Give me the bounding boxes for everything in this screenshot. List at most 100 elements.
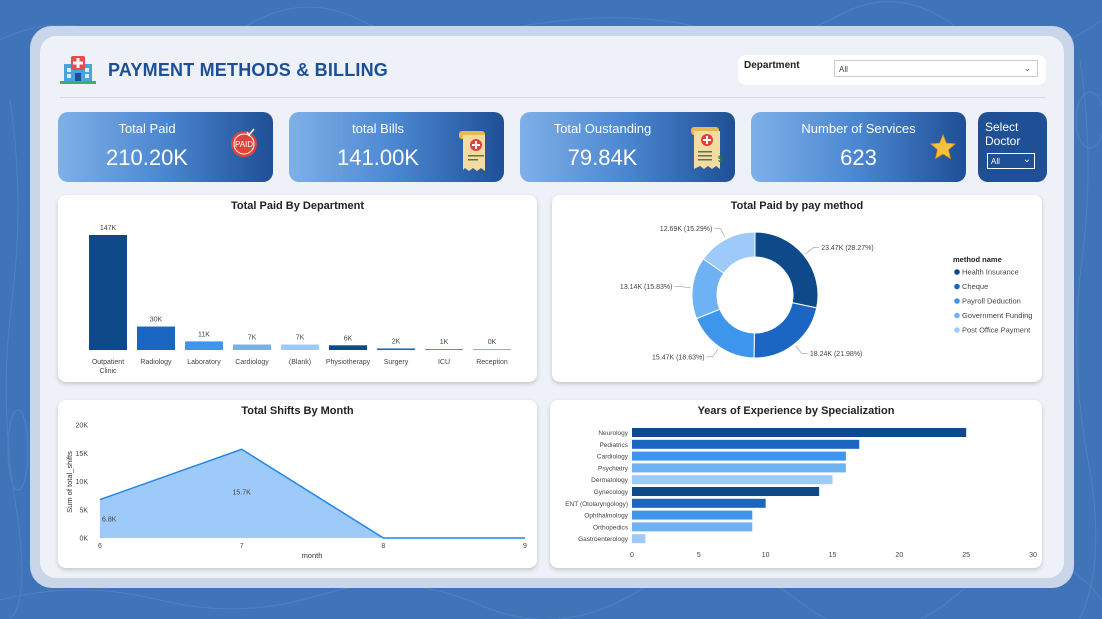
kpi-label: total Bills [351,121,405,136]
legend-item: Cheque [962,282,988,291]
select-doctor-label: Select Doctor [985,120,1020,148]
chart-bar [632,475,833,485]
bar-data-label: 30K [150,317,163,324]
chart-bar [632,522,753,532]
kpi-card-total-outstanding: Total Oustanding 79.84K $ [520,112,735,182]
y-tick-label: Dermatology [591,477,629,484]
x-tick-label: Surgery [384,359,409,366]
y-tick-label: Pediatrics [599,442,628,449]
legend-item: Health Insurance [962,268,1019,277]
x-tick-label: 7 [240,543,244,550]
bar-data-label: 11K [198,331,210,338]
legend-marker [954,312,960,319]
y-tick-label: 10K [76,479,89,486]
chevron-down-icon: ⌄ [1022,154,1031,165]
y-tick-label: ENT (Otolaryngology) [565,501,628,508]
y-tick-label: 5K [79,507,88,514]
chart-bar [632,510,753,520]
area-data-label: 15.7K [233,489,252,496]
y-tick-label: 15K [76,451,89,458]
chart-bar [185,341,223,350]
doctor-dropdown-value: All [991,157,1000,166]
y-tick-label: Gynecology [594,489,629,496]
kpi-card-total-paid: Total Paid 210.20K PAID [58,112,273,182]
y-tick-label: Psychiatry [598,465,629,472]
x-tick-label: ICU [438,359,450,366]
kpi-card-total-bills: total Bills 141.00K [289,112,504,182]
chart-card-paid-by-method: Total Paid by pay method 23.47K (28.27%)… [552,195,1042,382]
area-data-label: 6.8K [102,517,117,524]
legend-title: method name [953,255,1002,264]
hospital-icon [60,56,96,84]
slice-data-label: 18.24K (21.98%) [810,351,863,358]
x-tick-label: 6 [98,543,102,550]
legend-item: Payroll Deduction [962,297,1021,306]
x-tick-label: Cardiology [235,359,269,366]
x-tick-label: 20 [895,552,903,559]
leader-line [795,345,808,354]
department-dropdown[interactable]: All ⌄ [834,60,1038,77]
legend-marker [954,283,960,290]
chart-bar [632,487,820,496]
slice-data-label: 23.47K (28.27%) [821,245,874,252]
slice-data-label: 15.47K (18.63%) [652,354,705,361]
star-icon [930,134,956,160]
leader-line [714,228,726,238]
paid-stamp-icon: PAID [231,128,257,157]
x-tick-label: 25 [962,552,970,559]
y-tick-label: Neurology [598,430,628,437]
medical-bill-icon [459,131,485,171]
bar-data-label: 147K [100,225,117,232]
x-tick-label: Radiology [140,359,172,366]
y-tick-label: Cardiology [597,454,629,461]
x-tick-label: 10 [762,552,770,559]
invoice-icon: $ [691,127,723,169]
bar-data-label: 7K [296,335,305,342]
x-tick-label: Clinic [99,368,117,375]
select-doctor-filter: Select Doctor All ⌄ [978,112,1047,182]
slice-data-label: 12.69K (15.29%) [660,226,713,233]
x-tick-label: Outpatient [92,359,124,366]
kpi-value: 79.84K [567,145,638,170]
donut-slice [754,231,819,309]
chart-bar [473,349,511,350]
chart-bar [137,326,175,350]
bar-data-label: 0K [488,339,497,346]
department-bar-chart: 147K Outpatient Clinic 30K Radiology 11K Labor… [89,225,511,375]
chart-bar [632,534,646,544]
chart-bar [377,348,415,350]
x-tick-label: 30 [1029,552,1037,559]
x-tick-label: 0 [630,552,634,559]
donut-slice [695,308,755,359]
chart-bar [632,498,766,508]
chart-bar [632,451,846,461]
y-tick-label: Orthopedics [593,524,629,531]
department-dropdown-value: All [839,65,848,74]
x-tick-label: Reception [476,359,508,366]
x-tick-label: 5 [697,552,701,559]
donut-slice [753,302,818,359]
chart-card-paid-by-department: Total Paid By Department 147K Outpatient C… [58,195,537,382]
y-tick-label: 0K [79,536,88,543]
x-tick-label: 15 [829,552,837,559]
legend-marker [954,269,960,275]
page-title: PAYMENT METHODS & BILLING [108,60,389,80]
chart-card-experience-by-specialization: Years of Experience by Specialization Ne… [550,400,1042,568]
kpi-label: Total Paid [118,121,176,136]
chart-bar [632,428,967,437]
legend-item: Post Office Payment [962,326,1031,335]
leader-line [706,348,719,358]
doctor-dropdown[interactable]: All ⌄ [987,153,1035,169]
header-divider [60,97,1046,98]
kpi-value: 141.00K [337,145,419,170]
kpi-card-number-of-services: Number of Services 623 [751,112,966,182]
shifts-area-chart: 0K 5K 10K 15K 20K 6 7 8 9 6.8K 15.7K month Sum of to… [65,423,527,561]
y-tick-label: 20K [76,423,89,430]
slice-data-label: 13.14K (15.83%) [620,284,673,291]
bar-data-label: 6K [344,335,353,342]
y-axis-title: Sum of total_shifts [65,451,74,513]
leader-line [805,247,820,255]
legend-marker [954,298,960,304]
svg-text:$: $ [718,154,723,164]
bar-data-label: 2K [392,338,401,345]
